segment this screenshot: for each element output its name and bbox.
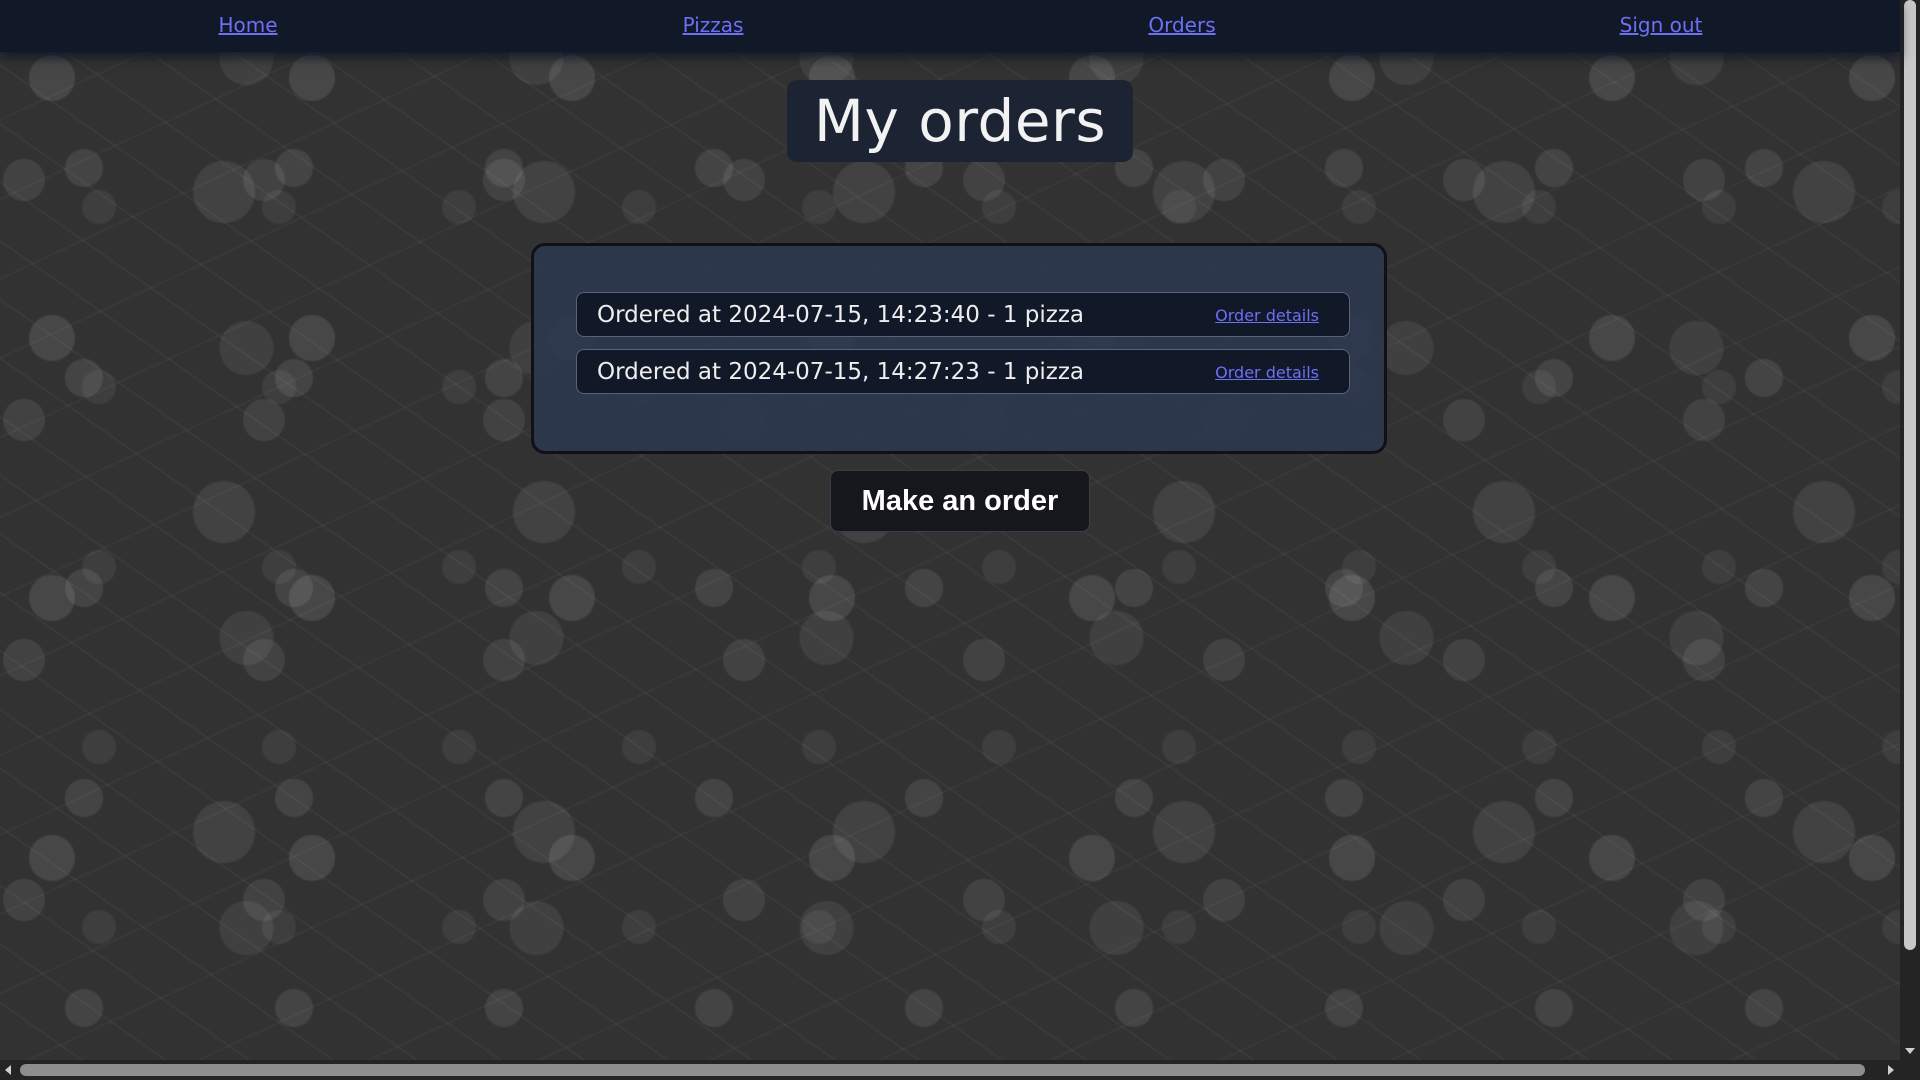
order-list-item: Ordered at 2024-07-15, 14:27:23 - 1 pizz…: [576, 349, 1350, 394]
order-summary: Ordered at 2024-07-15, 14:27:23 - 1 pizz…: [597, 359, 1085, 385]
order-list-item: Ordered at 2024-07-15, 14:23:40 - 1 pizz…: [576, 292, 1350, 337]
order-details-link[interactable]: Order details: [1215, 306, 1319, 325]
top-navbar: Home Pizzas Orders Sign out: [0, 0, 1900, 52]
order-summary: Ordered at 2024-07-15, 14:23:40 - 1 pizz…: [597, 302, 1085, 328]
page-title: My orders: [813, 87, 1107, 155]
nav-link-orders[interactable]: Orders: [1148, 13, 1215, 37]
make-order-button[interactable]: Make an order: [830, 470, 1090, 532]
scroll-left-arrow-icon[interactable]: [5, 1065, 11, 1075]
scrollbar-corner: [1900, 1060, 1920, 1080]
orders-list-panel: Ordered at 2024-07-15, 14:23:40 - 1 pizz…: [531, 243, 1387, 454]
order-details-link[interactable]: Order details: [1215, 363, 1319, 382]
horizontal-scrollbar[interactable]: [0, 1060, 1900, 1080]
nav-link-sign-out[interactable]: Sign out: [1620, 13, 1703, 37]
scroll-right-arrow-icon[interactable]: [1888, 1065, 1894, 1075]
vertical-scrollbar-thumb[interactable]: [1904, 0, 1916, 950]
vertical-scrollbar[interactable]: [1900, 0, 1920, 1060]
nav-link-home[interactable]: Home: [218, 13, 277, 37]
page-title-box: My orders: [787, 80, 1133, 162]
nav-link-pizzas[interactable]: Pizzas: [683, 13, 744, 37]
horizontal-scrollbar-thumb[interactable]: [20, 1064, 1865, 1076]
scroll-down-arrow-icon[interactable]: [1905, 1048, 1915, 1054]
